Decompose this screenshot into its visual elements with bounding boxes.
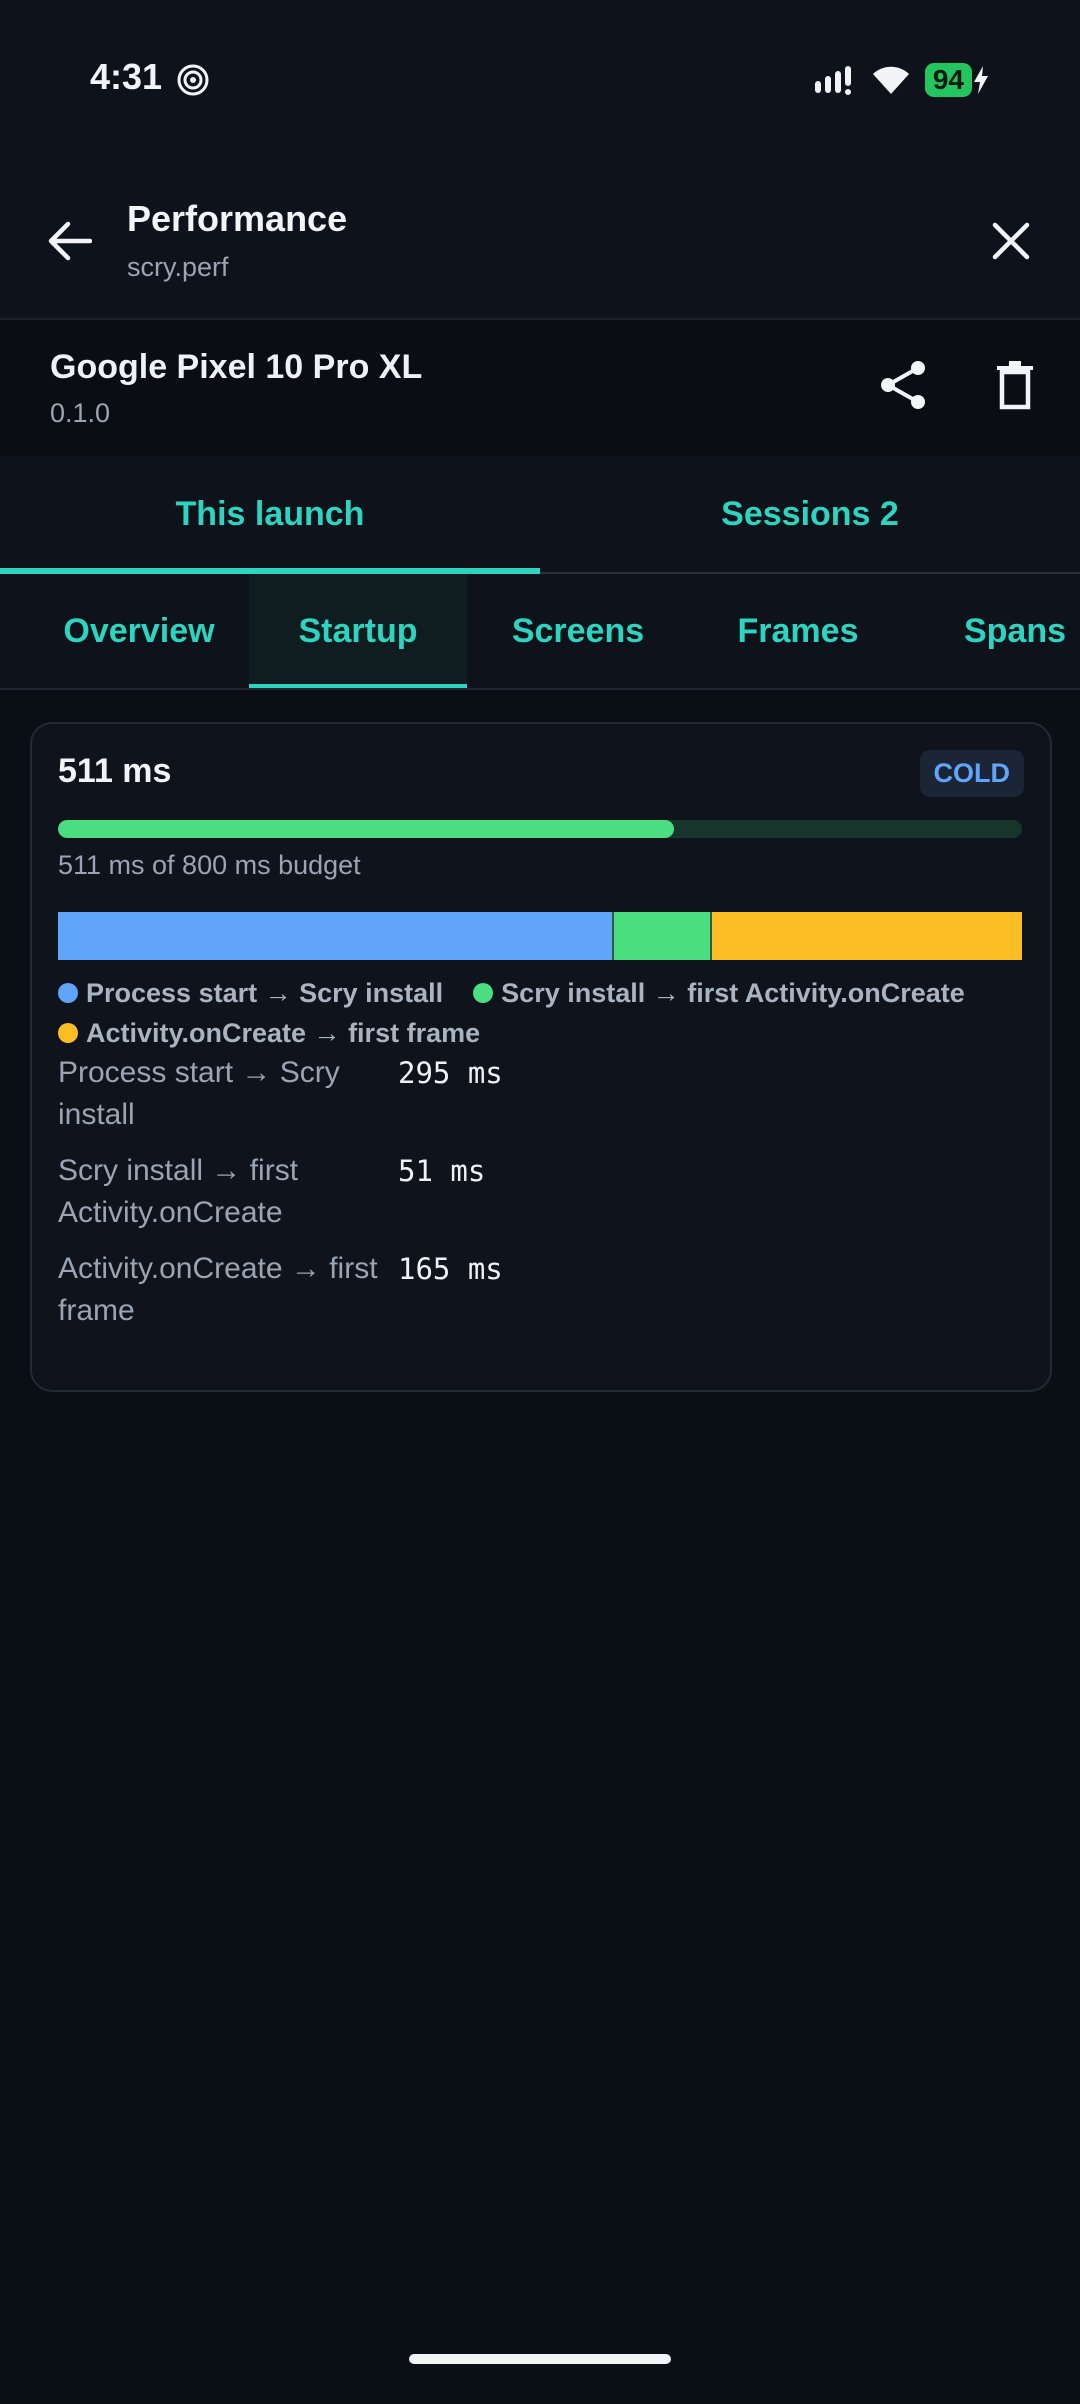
legend-label: Scry install → first Activity.onCreate xyxy=(501,978,965,1008)
tab-this-launch[interactable]: This launch xyxy=(0,456,540,574)
delete-button[interactable] xyxy=(980,350,1050,420)
metric-label: Activity.onCreate → first frame xyxy=(58,1252,378,1327)
share-icon xyxy=(881,361,925,409)
legend-item: Scry install → first Activity.onCreate xyxy=(473,976,965,1010)
legend-item: Process start → Scry install xyxy=(58,976,443,1010)
tab-spans[interactable]: Spans xyxy=(918,574,1080,688)
device-info: Google Pixel 10 Pro XL 0.1.0 xyxy=(0,320,1080,456)
legend-label: Process start → Scry install xyxy=(86,978,444,1008)
back-arrow-icon xyxy=(48,221,92,261)
metric-value: 295 ms xyxy=(398,1056,503,1090)
startup-card: 511 ms COLD 511 ms of 800 ms budget Proc… xyxy=(30,722,1052,1392)
tab-sessions[interactable]: Sessions 2 xyxy=(540,456,1080,572)
device-name: Google Pixel 10 Pro XL xyxy=(50,348,423,386)
cold-start-badge: COLD xyxy=(919,750,1024,797)
metric-value: 165 ms xyxy=(398,1252,503,1286)
phase-segment-2 xyxy=(612,912,711,960)
wifi-icon xyxy=(872,66,909,94)
budget-text: 511 ms of 800 ms budget xyxy=(58,850,361,880)
tab-overview[interactable]: Overview xyxy=(32,574,246,688)
close-icon xyxy=(992,222,1030,260)
budget-progress-bar xyxy=(58,820,1022,838)
status-bar: 4:31 94 xyxy=(0,0,1080,160)
legend-label: Activity.onCreate → first frame xyxy=(86,1018,481,1048)
metric-label: Scry install → first Activity.onCreate xyxy=(58,1154,299,1229)
startup-total: 511 ms xyxy=(58,752,172,790)
tab-screens[interactable]: Screens xyxy=(478,574,678,688)
section-tabs: Overview Startup Screens Frames Spans xyxy=(0,574,1080,690)
battery-level: 94 xyxy=(924,63,972,97)
launch-tabs: This launch Sessions 2 xyxy=(0,456,1080,574)
phase-segment-3 xyxy=(710,912,1023,960)
spiral-icon xyxy=(177,64,209,96)
tab-frames[interactable]: Frames xyxy=(700,574,896,688)
budget-progress-fill xyxy=(58,820,674,838)
trash-icon xyxy=(997,361,1033,410)
charging-bolt-icon xyxy=(974,66,988,94)
legend-item: Activity.onCreate → first frame xyxy=(58,1016,480,1050)
share-button[interactable] xyxy=(868,350,938,420)
legend-dot-yellow xyxy=(58,1023,78,1043)
metric-label: Process start → Scry install xyxy=(58,1056,340,1131)
signal-icon xyxy=(814,66,851,95)
page-subtitle: scry.perf xyxy=(127,252,229,282)
app-header: Performance scry.perf xyxy=(0,160,1080,320)
phase-legend: Process start → Scry install Scry instal… xyxy=(58,976,1038,1050)
app-version: 0.1.0 xyxy=(50,398,111,428)
status-icons: 94 xyxy=(813,58,990,102)
page-title: Performance xyxy=(127,198,348,239)
back-button[interactable] xyxy=(38,210,100,272)
tab-startup[interactable]: Startup xyxy=(249,574,467,688)
battery-icon: 94 xyxy=(924,63,990,97)
metric-value: 51 ms xyxy=(398,1154,486,1188)
phase-segment-1 xyxy=(58,912,613,960)
close-button[interactable] xyxy=(980,210,1042,272)
legend-dot-green xyxy=(473,983,494,1003)
legend-dot-blue xyxy=(58,983,78,1003)
home-indicator[interactable] xyxy=(409,2354,671,2364)
status-time: 4:31 xyxy=(90,56,163,97)
phase-breakdown-bar xyxy=(58,912,1023,960)
